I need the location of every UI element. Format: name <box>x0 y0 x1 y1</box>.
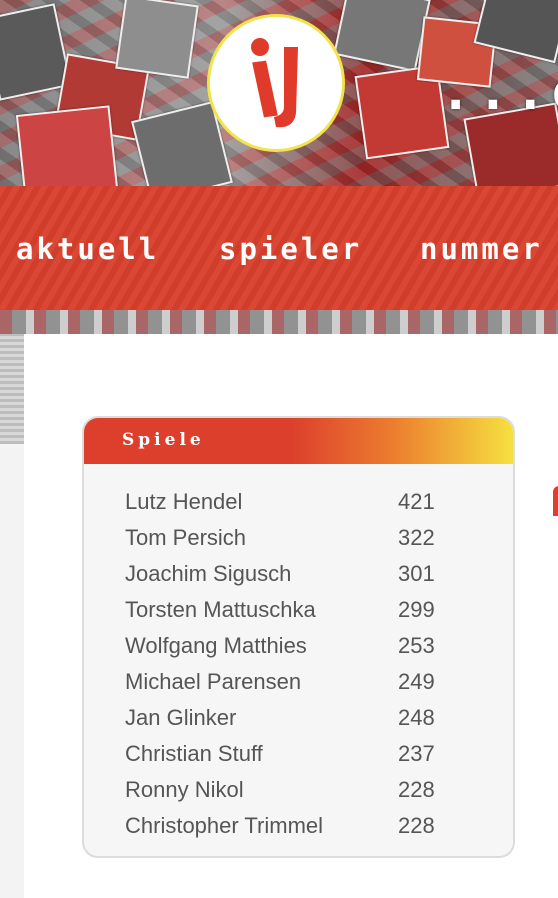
nav-item-nummer[interactable]: nummer <box>420 232 543 266</box>
collage-photo <box>115 0 199 79</box>
player-name: Tom Persich <box>125 525 247 550</box>
player-name: Christopher Trimmel <box>125 813 324 838</box>
stats-list: Lutz Hendel 421 Tom Persich 322 Joachim … <box>84 484 513 844</box>
games-count: 237 <box>398 741 435 766</box>
player-name: Torsten Mattuschka <box>125 597 316 622</box>
list-item: Joachim Sigusch 301 <box>84 556 513 592</box>
list-item: Christian Stuff 237 <box>84 736 513 772</box>
list-item: Wolfgang Matthies 253 <box>84 628 513 664</box>
list-item: Jan Glinker 248 <box>84 700 513 736</box>
games-count: 421 <box>398 489 435 514</box>
player-name: Michael Parensen <box>125 669 302 694</box>
games-count: 248 <box>398 705 435 730</box>
next-box-edge <box>553 486 558 516</box>
list-item: Ronny Nikol 228 <box>84 772 513 808</box>
header-tagline: ...ei <box>440 62 558 122</box>
collage-strip <box>0 310 558 334</box>
player-name: Jan Glinker <box>125 705 237 730</box>
games-count: 299 <box>398 597 435 622</box>
list-item: Christopher Trimmel 228 <box>84 808 513 844</box>
list-item: Michael Parensen 249 <box>84 664 513 700</box>
player-name: Wolfgang Matthies <box>125 633 307 658</box>
club-logo-icon <box>251 38 298 128</box>
stats-box-spiele: Spiele Lutz Hendel 421 Tom Persich 322 J… <box>82 416 515 858</box>
header-collage: ...ei <box>0 0 558 186</box>
stats-box-header: Spiele <box>84 418 513 464</box>
list-item: Tom Persich 322 <box>84 520 513 556</box>
left-edge-texture <box>0 334 24 444</box>
list-item: Torsten Mattuschka 299 <box>84 592 513 628</box>
player-name: Ronny Nikol <box>125 777 244 802</box>
games-count: 322 <box>398 525 435 550</box>
player-name: Christian Stuff <box>125 741 263 766</box>
games-count: 228 <box>398 813 435 838</box>
games-count: 228 <box>398 777 435 802</box>
games-count: 301 <box>398 561 435 586</box>
collage-photo <box>333 0 431 72</box>
club-logo[interactable] <box>207 14 345 152</box>
list-item: Lutz Hendel 421 <box>84 484 513 520</box>
main-navigation: aktuell spieler nummer <box>0 186 558 310</box>
nav-item-spieler[interactable]: spieler <box>219 232 362 266</box>
player-name: Joachim Sigusch <box>125 561 292 586</box>
stats-box-title: Spiele <box>122 430 205 450</box>
player-name: Lutz Hendel <box>125 489 243 514</box>
games-count: 253 <box>398 633 435 658</box>
nav-item-aktuell[interactable]: aktuell <box>16 232 159 266</box>
collage-photo <box>15 105 119 186</box>
games-count: 249 <box>398 669 435 694</box>
